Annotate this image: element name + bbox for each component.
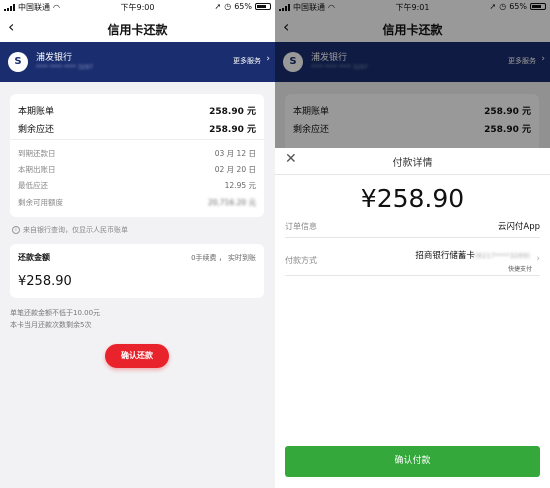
remaining-times-hint: 本卡当月还款次数剩余5次 xyxy=(10,321,92,329)
current-bill-label: 本期账单 xyxy=(18,107,55,117)
min-amount-hint: 单笔还款金额不低于10.00元 xyxy=(10,309,101,317)
bill-date-value: 02 月 20 日 xyxy=(214,165,256,174)
bill-date-row: 本期出账日 02 月 20 日 xyxy=(18,164,256,175)
repay-amount-input[interactable]: ¥258.90 xyxy=(18,274,72,289)
bill-card: 本期账单 258.90 元 剩余应还 258.90 元 到期还款日 03 月 1… xyxy=(10,94,264,217)
location-icon: ➚ xyxy=(214,2,222,11)
payment-method-subtext: 快捷支付 xyxy=(507,266,532,273)
chevron-right-icon[interactable]: › xyxy=(536,254,540,264)
battery-percent: 65% xyxy=(234,2,252,11)
divider xyxy=(10,139,264,140)
more-services-link[interactable]: 更多服务 xyxy=(233,56,261,66)
card-number-masked: **** **** **** 3297 xyxy=(36,64,93,71)
available-credit-value: 20,716.20 元 xyxy=(207,198,256,207)
min-pay-row: 最低应还 12.95 元 xyxy=(18,180,256,191)
right-screen: 中国联通 ◠ 下午9:01 ➚ ◷ 65% ‹ 信用卡还款 S 浦发银行 ***… xyxy=(275,0,550,488)
page-title: 信用卡还款 xyxy=(107,23,168,37)
payment-method-value-wrap: 招商银行储蓄卡(6217****3289) xyxy=(415,249,530,261)
modal-backdrop[interactable] xyxy=(275,0,550,148)
payment-method-value: 招商银行储蓄卡 xyxy=(415,251,475,261)
available-credit-label: 剩余可用额度 xyxy=(18,198,63,207)
remaining-due-row: 剩余应还 258.90 元 xyxy=(18,122,256,135)
order-info-label: 订单信息 xyxy=(285,222,317,231)
battery-icon xyxy=(255,3,271,10)
confirm-payment-button[interactable]: 确认付款 xyxy=(285,446,540,477)
alarm-icon: ◷ xyxy=(224,2,232,11)
left-screen: 中国联通 ◠ 下午9:00 ➚ ◷ 65% ‹ 信用卡还款 S 浦发银行 ***… xyxy=(0,0,275,488)
divider xyxy=(275,174,550,175)
bank-banner[interactable]: S 浦发银行 **** **** **** 3297 更多服务 › xyxy=(0,42,275,82)
due-date-row: 到期还款日 03 月 12 日 xyxy=(18,148,256,159)
order-info-value: 云闪付App xyxy=(497,222,540,232)
info-icon: i xyxy=(12,226,20,234)
due-date-value: 03 月 12 日 xyxy=(214,149,256,158)
remaining-due-label: 剩余应还 xyxy=(18,125,55,135)
payment-method-row[interactable]: 付款方式 招商银行储蓄卡(6217****3289) 快捷支付 › xyxy=(285,244,540,276)
payment-detail-sheet: ✕ 付款详情 ¥258.90 订单信息 云闪付App 付款方式 招商银行储蓄卡(… xyxy=(275,148,550,488)
confirm-repay-button[interactable]: 确认还款 xyxy=(105,344,169,368)
due-date-label: 到期还款日 xyxy=(18,149,56,158)
payment-method-label: 付款方式 xyxy=(285,256,317,265)
min-pay-value: 12.95 元 xyxy=(224,181,256,190)
remaining-due-value: 258.90 元 xyxy=(209,125,256,135)
payment-amount: ¥258.90 xyxy=(360,184,465,213)
current-bill-value: 258.90 元 xyxy=(209,107,256,117)
bank-logo-icon: S xyxy=(8,52,28,72)
source-note: i 来自银行查询，仅显示人民币账单 xyxy=(12,225,128,235)
chevron-right-icon[interactable]: › xyxy=(266,54,270,64)
source-note-text: 来自银行查询，仅显示人民币账单 xyxy=(23,226,128,234)
sheet-title: 付款详情 xyxy=(392,158,433,169)
min-pay-label: 最低应还 xyxy=(18,181,48,190)
repay-amount-card: 还款金额 0手续费 ， 实时到账 ¥258.90 xyxy=(10,244,264,298)
payment-card-masked: (6217****3289) xyxy=(474,252,530,260)
available-credit-row: 剩余可用额度 20,716.20 元 xyxy=(18,197,256,208)
order-info-row: 订单信息 云闪付App xyxy=(285,212,540,238)
current-bill-row: 本期账单 258.90 元 xyxy=(18,104,256,117)
status-bar: 中国联通 ◠ 下午9:00 ➚ ◷ 65% xyxy=(0,0,275,14)
bill-date-label: 本期出账日 xyxy=(18,165,56,174)
repay-amount-label: 还款金额 xyxy=(18,253,50,262)
repay-fee-text: 0手续费 ， 实时到账 xyxy=(191,254,256,262)
bank-name: 浦发银行 xyxy=(36,53,73,63)
nav-bar: ‹ 信用卡还款 xyxy=(0,14,275,42)
